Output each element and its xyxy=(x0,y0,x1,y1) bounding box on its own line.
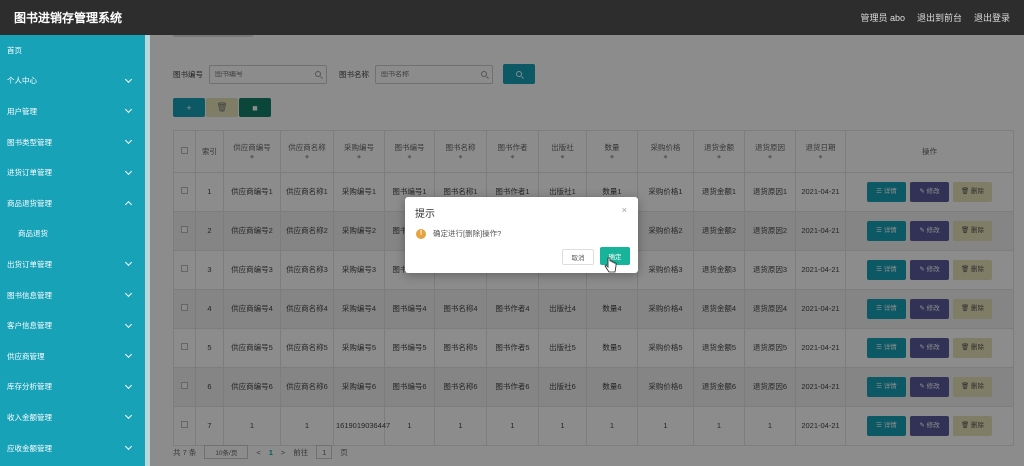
warning-icon: ! xyxy=(416,228,426,239)
chevron-down-icon xyxy=(124,106,133,114)
app-title: 图书进销存管理系统 xyxy=(14,11,123,25)
sidebar-item-label: 进货订单管理 xyxy=(7,168,52,178)
header-links: 管理员 abo 退出到前台 退出登录 xyxy=(860,11,1010,24)
sidebar-item[interactable]: 首页 xyxy=(0,35,145,66)
sidebar-item-label: 商品退货 xyxy=(18,229,48,239)
chevron-up-icon xyxy=(124,201,133,209)
sidebar-item-label: 供应商管理 xyxy=(7,351,45,361)
sidebar-item-label: 个人中心 xyxy=(7,76,37,86)
sidebar-item-label: 图书信息管理 xyxy=(7,290,52,300)
sidebar-item-label: 商品退货管理 xyxy=(7,198,52,208)
sidebar-item-label: 库存分析管理 xyxy=(7,382,52,392)
sidebar-item-label: 用户管理 xyxy=(7,106,37,116)
logout-link[interactable]: 退出登录 xyxy=(974,11,1010,24)
chevron-down-icon xyxy=(124,412,133,420)
sidebar-item[interactable]: 用户管理 xyxy=(0,96,145,127)
sidebar-item-label: 应收金额管理 xyxy=(7,443,52,453)
sidebar-item[interactable]: 商品退货 xyxy=(0,219,145,250)
chevron-down-icon xyxy=(124,351,133,359)
dialog-title: 提示 xyxy=(415,209,435,220)
admin-user[interactable]: 管理员 abo xyxy=(860,11,905,24)
sidebar-item[interactable]: 图书信息管理 xyxy=(0,280,145,311)
close-icon[interactable]: × xyxy=(622,205,627,215)
sidebar-item[interactable]: 个人中心 xyxy=(0,66,145,97)
chevron-down-icon xyxy=(124,75,133,83)
sidebar-item[interactable]: 供应商管理 xyxy=(0,341,145,372)
chevron-down-icon xyxy=(124,320,133,328)
sidebar-item-label: 出货订单管理 xyxy=(7,259,52,269)
dialog-message: 确定进行[删除]操作? xyxy=(433,229,502,238)
chevron-down-icon xyxy=(124,442,133,451)
top-bar: 图书进销存管理系统 管理员 abo 退出到前台 退出登录 xyxy=(0,0,1024,35)
sidebar-item-label: 收入金额管理 xyxy=(7,412,52,422)
sidebar-item[interactable]: 应收金额管理 xyxy=(0,433,145,464)
sidebar-item-label: 图书类型管理 xyxy=(7,137,52,147)
dialog-message-row: ! 确定进行[删除]操作? xyxy=(416,228,501,239)
sidebar-item-label: 首页 xyxy=(7,45,22,55)
sidebar-item[interactable]: 进货订单管理 xyxy=(0,157,145,188)
chevron-down-icon xyxy=(124,137,133,145)
sidebar-item[interactable]: 客户信息管理 xyxy=(0,310,145,341)
sidebar-item[interactable]: 出货订单管理 xyxy=(0,249,145,280)
chevron-down-icon xyxy=(124,259,133,267)
hand-cursor-icon xyxy=(604,257,617,273)
sidebar-item[interactable]: 商品退货管理 xyxy=(0,188,145,219)
sidebar: 首页个人中心用户管理图书类型管理 进货订单管理 商品退货管理商品退货出货订单管理 图书… xyxy=(0,35,145,466)
back-to-frontend-link[interactable]: 退出到前台 xyxy=(917,11,962,24)
sidebar-item[interactable]: 图书类型管理 xyxy=(0,127,145,158)
chevron-down-icon xyxy=(124,290,133,298)
chevron-down-icon xyxy=(124,167,133,175)
sidebar-item[interactable]: 库存分析管理 xyxy=(0,372,145,403)
chevron-down-icon xyxy=(124,381,133,389)
sidebar-item-label: 客户信息管理 xyxy=(7,321,52,331)
sidebar-scrollbar[interactable] xyxy=(145,35,150,466)
cancel-button[interactable]: 取消 xyxy=(562,249,594,265)
sidebar-item[interactable]: 收入金额管理 xyxy=(0,402,145,433)
